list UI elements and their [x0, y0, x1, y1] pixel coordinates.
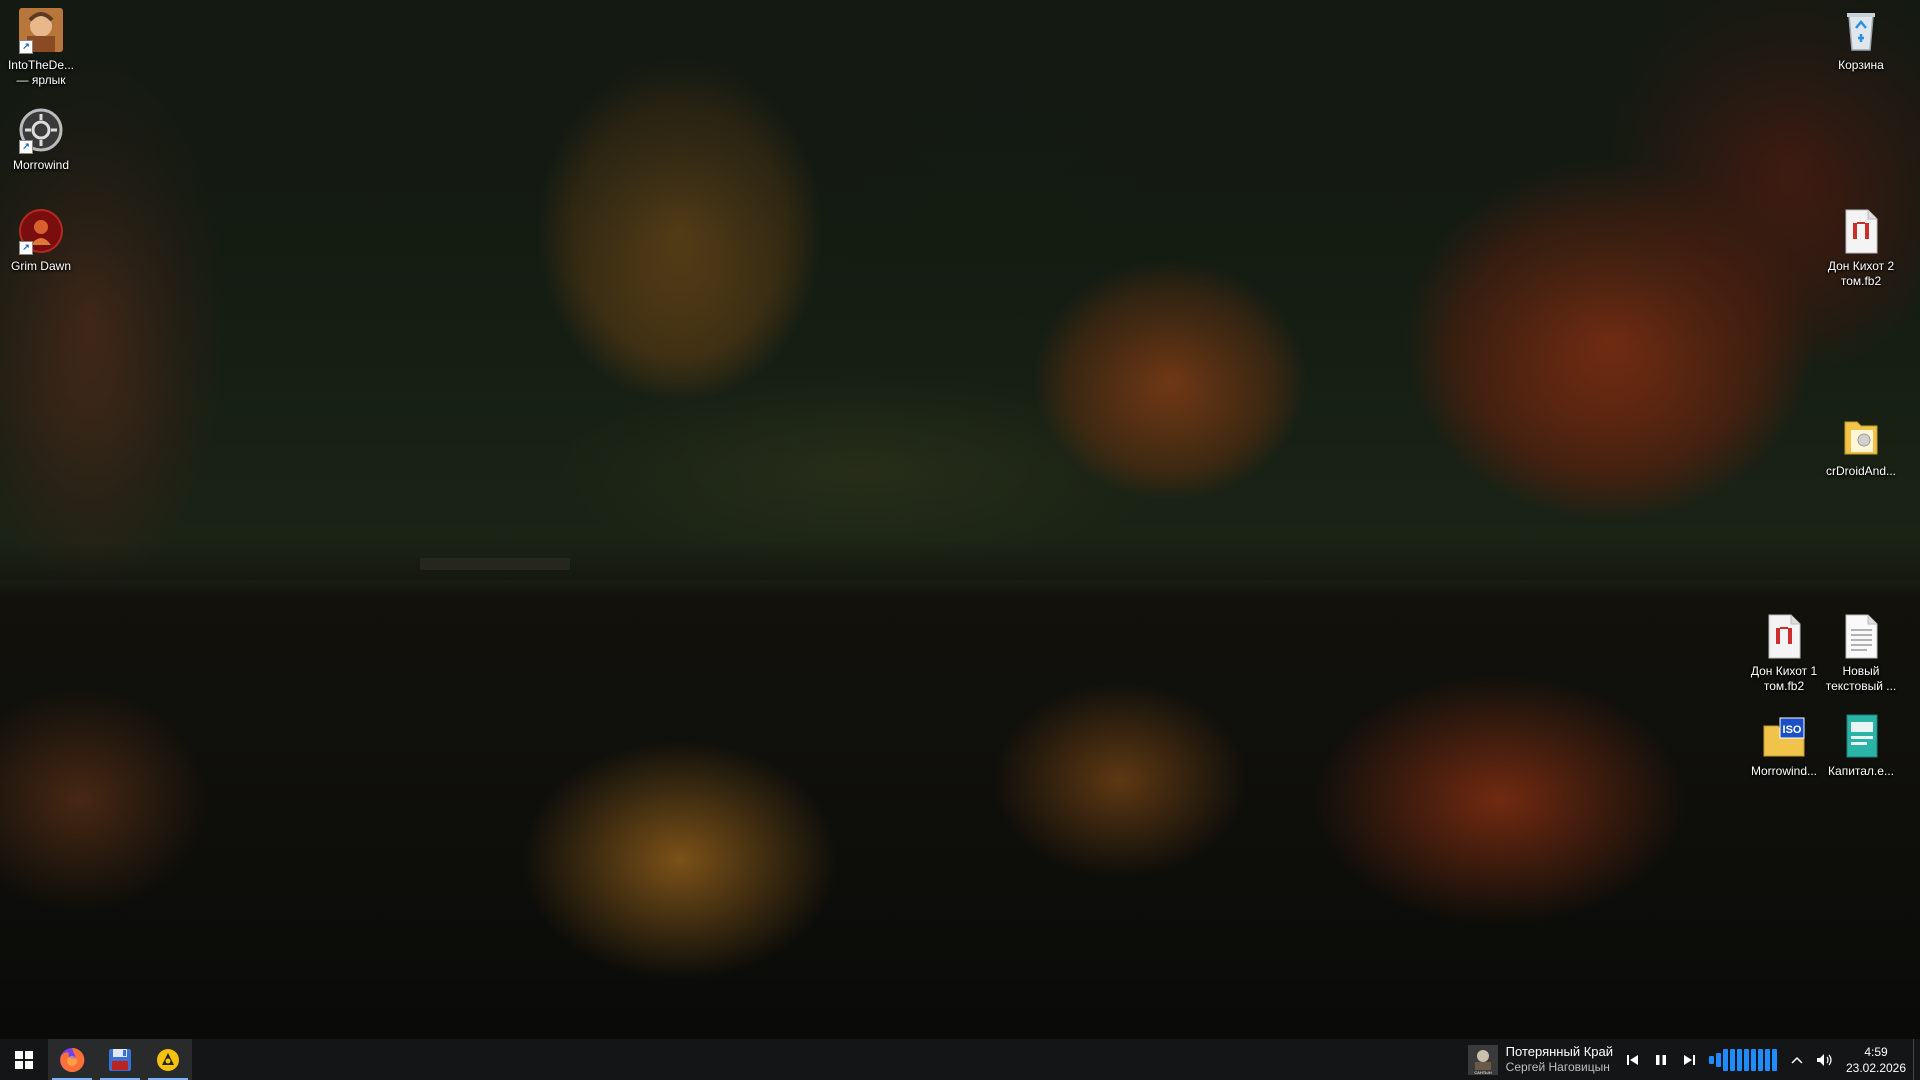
- taskbar-active-app-button[interactable]: [144, 1039, 192, 1080]
- volume-button[interactable]: [1811, 1039, 1839, 1080]
- taskbar: САНТЫН Потерянный Край Сергей Наговицын: [0, 1039, 1920, 1080]
- desktop-icon-kapital-epub[interactable]: Капитал.e...: [1820, 712, 1902, 779]
- zip-archive-icon: [1837, 412, 1885, 460]
- shortcut-arrow-icon: ↗: [19, 40, 33, 54]
- pause-icon: [1656, 1054, 1666, 1065]
- desktop-icon-morrowind-iso[interactable]: ISO Morrowind...: [1743, 712, 1825, 779]
- text-document-icon: [1837, 612, 1885, 660]
- system-tray: САНТЫН Потерянный Край Сергей Наговицын: [1462, 1039, 1920, 1080]
- recycle-bin-icon: [1837, 6, 1885, 54]
- album-art-icon: САНТЫН: [1467, 1044, 1498, 1075]
- desktop-wallpaper: [0, 0, 1920, 1039]
- grim-dawn-icon: ↗: [17, 207, 65, 255]
- desktop-icon-new-text-document[interactable]: Новый текстовый ...: [1820, 612, 1902, 694]
- media-player-widget[interactable]: САНТЫН Потерянный Край Сергей Наговицын: [1462, 1039, 1619, 1080]
- media-pause-button[interactable]: [1647, 1039, 1675, 1080]
- firefox-icon: [60, 1047, 85, 1072]
- shortcut-arrow-icon: ↗: [19, 241, 33, 255]
- desktop-icon-label: Morrowind: [12, 158, 69, 172]
- clock-date: 23.02.2026: [1845, 1060, 1907, 1075]
- svg-text:ISO: ISO: [1783, 724, 1802, 736]
- morrowind-gear-icon: ↗: [17, 106, 65, 154]
- previous-track-icon: [1627, 1054, 1638, 1065]
- lake-shore: [0, 580, 1920, 592]
- wooden-dock: [420, 558, 570, 570]
- media-track-title: Потерянный Край: [1505, 1044, 1613, 1059]
- desktop-icon-label: Дон Кихот 2 том.fb2: [1827, 259, 1895, 288]
- desktop-icon-label: IntoTheDe... — ярлык: [7, 58, 75, 87]
- desktop-icon-crdroid[interactable]: crDroidAnd...: [1820, 412, 1902, 479]
- desktop-icon-recycle-bin[interactable]: Корзина: [1820, 6, 1902, 73]
- desktop-icon-label: Новый текстовый ...: [1825, 664, 1897, 693]
- volume-bar: [1765, 1048, 1770, 1071]
- desktop-icon-label: Morrowind...: [1750, 764, 1818, 778]
- desktop-icon-label: Grim Dawn: [10, 259, 71, 273]
- fb2-document-icon: [1760, 612, 1808, 660]
- volume-bar: [1737, 1048, 1742, 1071]
- desktop-icon-label: Дон Кихот 1 том.fb2: [1750, 664, 1818, 693]
- volume-bar: [1716, 1052, 1721, 1067]
- clock[interactable]: 4:59 23.02.2026: [1839, 1039, 1913, 1080]
- speaker-icon: [1817, 1053, 1832, 1066]
- windows-start-icon: [15, 1050, 33, 1069]
- iso-disc-icon: ISO: [1760, 712, 1808, 760]
- chevron-up-icon: [1791, 1056, 1803, 1064]
- next-track-icon: [1684, 1054, 1695, 1065]
- shortcut-arrow-icon: ↗: [19, 140, 33, 154]
- desktop-icon-label: Корзина: [1838, 58, 1884, 72]
- taskbar-firefox-button[interactable]: [48, 1039, 96, 1080]
- volume-bar: [1723, 1048, 1728, 1071]
- desktop-icon-morrowind[interactable]: ↗ Morrowind: [0, 106, 82, 173]
- media-artist: Сергей Наговицын: [1505, 1060, 1610, 1074]
- desktop-icon-intothedead[interactable]: ↗ IntoTheDe... — ярлык: [0, 6, 82, 88]
- desktop-icon-don-quixote-1[interactable]: Дон Кихот 1 том.fb2: [1743, 612, 1825, 694]
- game-portrait-icon: ↗: [17, 6, 65, 54]
- volume-bar: [1772, 1048, 1777, 1071]
- fb2-document-icon: [1837, 207, 1885, 255]
- volume-bar: [1730, 1048, 1735, 1071]
- svg-text:САНТЫН: САНТЫН: [1474, 1070, 1491, 1075]
- start-button[interactable]: [0, 1039, 48, 1080]
- show-hidden-icons-button[interactable]: [1783, 1039, 1811, 1080]
- desktop-icon-grim-dawn[interactable]: ↗ Grim Dawn: [0, 207, 82, 274]
- media-previous-button[interactable]: [1619, 1039, 1647, 1080]
- volume-bar: [1758, 1048, 1763, 1071]
- epub-book-icon: [1837, 712, 1885, 760]
- desktop-icon-label: crDroidAnd...: [1825, 464, 1897, 478]
- volume-bar: [1744, 1048, 1749, 1071]
- show-desktop-button[interactable]: [1913, 1039, 1920, 1080]
- volume-bar: [1751, 1048, 1756, 1071]
- desktop-icon-label: Капитал.e...: [1828, 764, 1894, 778]
- volume-bar: [1709, 1055, 1714, 1064]
- floppy-save-icon: [109, 1048, 131, 1071]
- volume-meter[interactable]: [1703, 1039, 1783, 1080]
- desktop-icon-don-quixote-2[interactable]: Дон Кихот 2 том.fb2: [1820, 207, 1902, 289]
- yellow-launcher-icon: [157, 1048, 179, 1071]
- lake-reflection: [0, 0, 1920, 1039]
- taskbar-floppy-button[interactable]: [96, 1039, 144, 1080]
- media-next-button[interactable]: [1675, 1039, 1703, 1080]
- clock-time: 4:59: [1864, 1044, 1888, 1059]
